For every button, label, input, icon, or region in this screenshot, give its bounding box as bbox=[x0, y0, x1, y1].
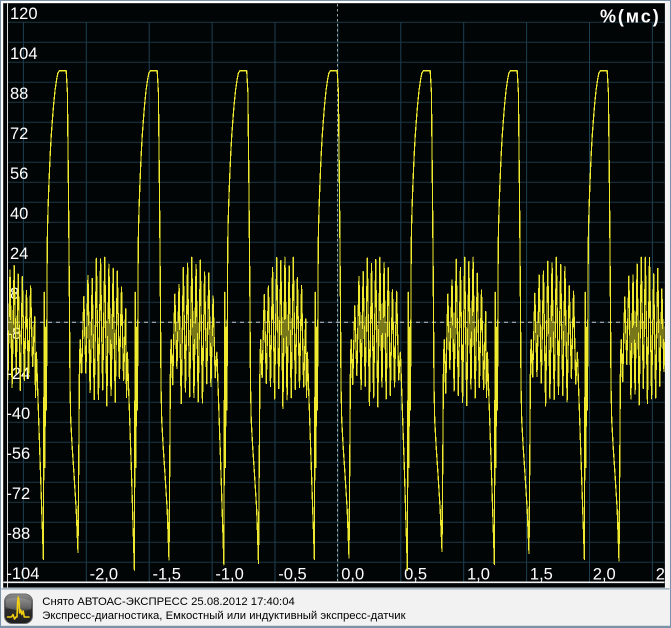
svg-text:104: 104 bbox=[10, 45, 38, 63]
svg-text:-104: -104 bbox=[6, 565, 39, 583]
svg-text:-72: -72 bbox=[6, 485, 30, 503]
svg-text:24: 24 bbox=[10, 245, 28, 263]
svg-text:-24: -24 bbox=[6, 365, 30, 383]
svg-text:-0,5: -0,5 bbox=[278, 565, 306, 583]
svg-text:-1,5: -1,5 bbox=[153, 565, 181, 583]
svg-text:40: 40 bbox=[10, 205, 28, 223]
svg-text:72: 72 bbox=[10, 125, 28, 143]
svg-text:88: 88 bbox=[10, 85, 28, 103]
svg-text:2,0: 2,0 bbox=[593, 565, 616, 583]
svg-text:%(мс): %(мс) bbox=[600, 7, 661, 27]
svg-text:1,5: 1,5 bbox=[530, 565, 553, 583]
svg-text:1,0: 1,0 bbox=[467, 565, 490, 583]
svg-text:56: 56 bbox=[10, 165, 28, 183]
svg-text:-1,0: -1,0 bbox=[215, 565, 243, 583]
svg-text:Снято АВТОАС-ЭКСПРЕСС 25.08.: Снято АВТОАС-ЭКСПРЕСС 25.08.2012 17:40:0… bbox=[42, 596, 294, 608]
svg-text:-88: -88 bbox=[6, 525, 30, 543]
svg-text:-2,0: -2,0 bbox=[90, 565, 118, 583]
svg-text:0,0: 0,0 bbox=[341, 565, 364, 583]
svg-text:-40: -40 bbox=[6, 405, 30, 423]
svg-text:-56: -56 bbox=[6, 445, 30, 463]
svg-text:120: 120 bbox=[10, 5, 38, 23]
svg-text:Экспресс-диагностика, Емкостны: Экспресс-диагностика, Емкостный или инду… bbox=[42, 610, 405, 622]
